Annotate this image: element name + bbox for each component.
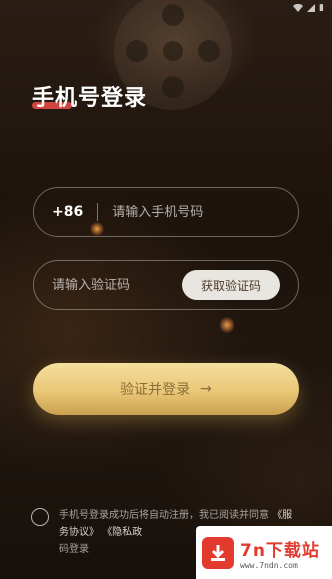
download-icon [202, 536, 234, 569]
light-flare [220, 316, 234, 334]
get-code-button[interactable]: 获取验证码 [182, 270, 280, 300]
wifi-icon [293, 4, 304, 12]
submit-label: 验证并登录 [120, 382, 191, 398]
agreement-prefix: 手机号登录成功后将自动注册，我已阅读并同意 [59, 510, 269, 521]
arrow-right-icon: → [200, 381, 212, 397]
code-input[interactable] [52, 277, 172, 293]
phone-input[interactable] [112, 204, 273, 220]
watermark-url: www.7ndn.com [240, 560, 298, 570]
agreement-checkbox[interactable] [31, 508, 49, 526]
privacy-policy-link[interactable]: 《隐私政 [102, 527, 142, 538]
signal-icon [307, 4, 316, 12]
country-code[interactable]: +86 [52, 204, 83, 220]
field-divider [97, 203, 99, 221]
battery-icon: ▮ [319, 3, 324, 13]
code-field[interactable]: 获取验证码 [33, 260, 299, 310]
phone-field[interactable]: +86 [33, 187, 299, 237]
watermark-title: 7n下载站 [240, 540, 320, 561]
agreement-suffix: 码登录 [59, 544, 89, 555]
verify-login-button[interactable]: 验证并登录 → [33, 363, 299, 415]
title-block: 手机号登录 [32, 80, 147, 112]
page-title: 手机号登录 [32, 86, 148, 111]
status-icons: ▮ [293, 3, 324, 13]
status-bar: ▮ [0, 0, 332, 16]
site-watermark: 7n下载站 www.7ndn.com [196, 526, 332, 579]
